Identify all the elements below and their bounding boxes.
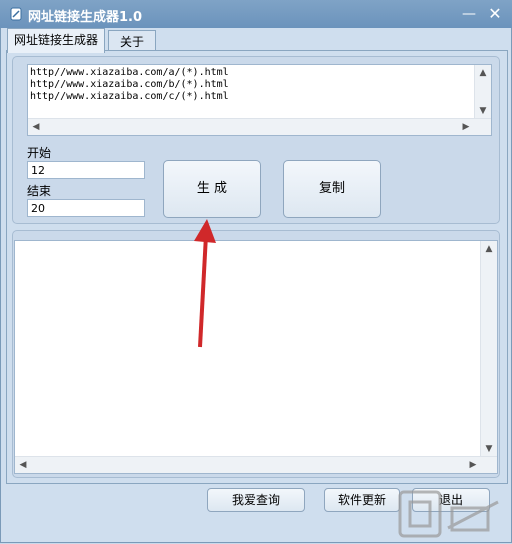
watermark-logo (398, 490, 499, 538)
window-title: 网址链接生成器1.0 (28, 10, 143, 25)
url-template-lines: http//www.xiazaiba.com/a/(*).html http//w… (30, 67, 229, 103)
start-label: 开始 (27, 146, 52, 160)
url-template-textarea[interactable]: http//www.xiazaiba.com/a/(*).html http//w… (27, 64, 492, 136)
tab-link-generator[interactable]: 网址链接生成器 (7, 28, 105, 53)
title-bar: 网址链接生成器1.0 — ✕ (0, 0, 512, 28)
output-textarea[interactable]: ▲ ▼ ◀ ▶ (14, 240, 498, 474)
output-vertical-scrollbar[interactable]: ▲ ▼ (480, 241, 497, 457)
template-line: http//www.xiazaiba.com/c/(*).html (30, 91, 229, 102)
start-field[interactable]: 12 (27, 161, 145, 179)
output-horizontal-scrollbar[interactable]: ◀ ▶ (15, 456, 497, 473)
scroll-down-icon[interactable]: ▼ (475, 103, 491, 119)
scroll-right-icon[interactable]: ▶ (458, 119, 474, 135)
red-arrow-annotation (194, 219, 216, 348)
minimize-button[interactable]: — (458, 4, 480, 24)
scroll-down-icon[interactable]: ▼ (481, 441, 497, 457)
template-line: http//www.xiazaiba.com/a/(*).html (30, 67, 229, 78)
scroll-up-icon[interactable]: ▲ (481, 241, 497, 257)
textarea-vertical-scrollbar[interactable]: ▲ ▼ (474, 65, 491, 119)
end-field[interactable]: 20 (27, 199, 145, 217)
pencil-icon (10, 7, 22, 21)
update-button[interactable]: 软件更新 (324, 488, 400, 512)
scroll-up-icon[interactable]: ▲ (475, 65, 491, 81)
end-label: 结束 (27, 184, 52, 198)
scroll-right-icon[interactable]: ▶ (465, 457, 481, 473)
copy-button[interactable]: 复制 (283, 160, 381, 218)
textarea-horizontal-scrollbar[interactable]: ◀ ▶ (28, 118, 491, 135)
close-button[interactable]: ✕ (484, 4, 506, 24)
template-line: http//www.xiazaiba.com/b/(*).html (30, 79, 229, 90)
query-button[interactable]: 我爱查询 (207, 488, 305, 512)
scroll-left-icon[interactable]: ◀ (15, 457, 31, 473)
scroll-left-icon[interactable]: ◀ (28, 119, 44, 135)
